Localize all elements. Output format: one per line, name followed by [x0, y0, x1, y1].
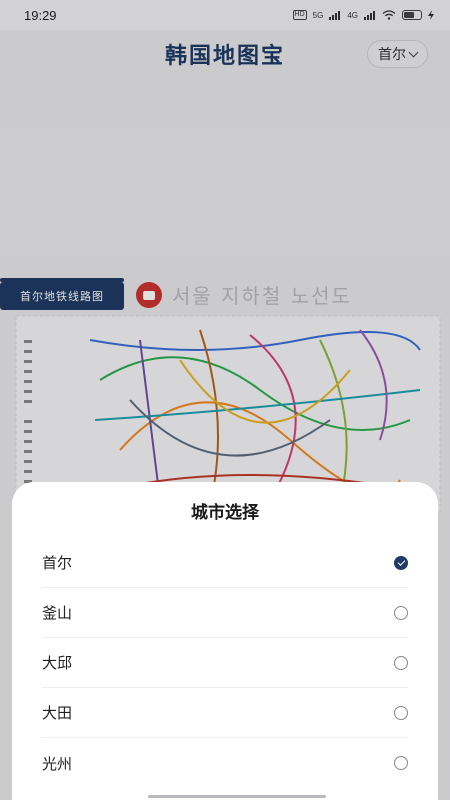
city-option-label: 大田	[42, 704, 73, 722]
city-select-sheet: 城市选择 首尔 釜山 大邱 大田 光州	[12, 482, 438, 800]
radio-circle-icon[interactable]	[394, 605, 408, 620]
city-option[interactable]: 大田	[42, 688, 408, 738]
city-option-label: 釜山	[42, 604, 73, 622]
radio-circle-icon[interactable]	[394, 655, 408, 670]
city-option[interactable]: 光州	[42, 738, 408, 788]
city-option[interactable]: 大邱	[42, 638, 408, 688]
city-option[interactable]: 釜山	[42, 588, 408, 638]
city-option-label: 首尔	[42, 554, 73, 572]
city-option-label: 大邱	[42, 654, 73, 672]
city-list: 首尔 釜山 大邱 大田 光州	[12, 538, 438, 788]
radio-circle-icon[interactable]	[394, 756, 408, 770]
city-option-label: 光州	[42, 754, 73, 773]
sheet-title: 城市选择	[191, 503, 259, 523]
home-indicator[interactable]	[148, 795, 326, 798]
radio-circle-icon[interactable]	[394, 705, 408, 720]
check-circle-icon[interactable]	[394, 555, 408, 570]
city-option[interactable]: 首尔	[42, 538, 408, 588]
